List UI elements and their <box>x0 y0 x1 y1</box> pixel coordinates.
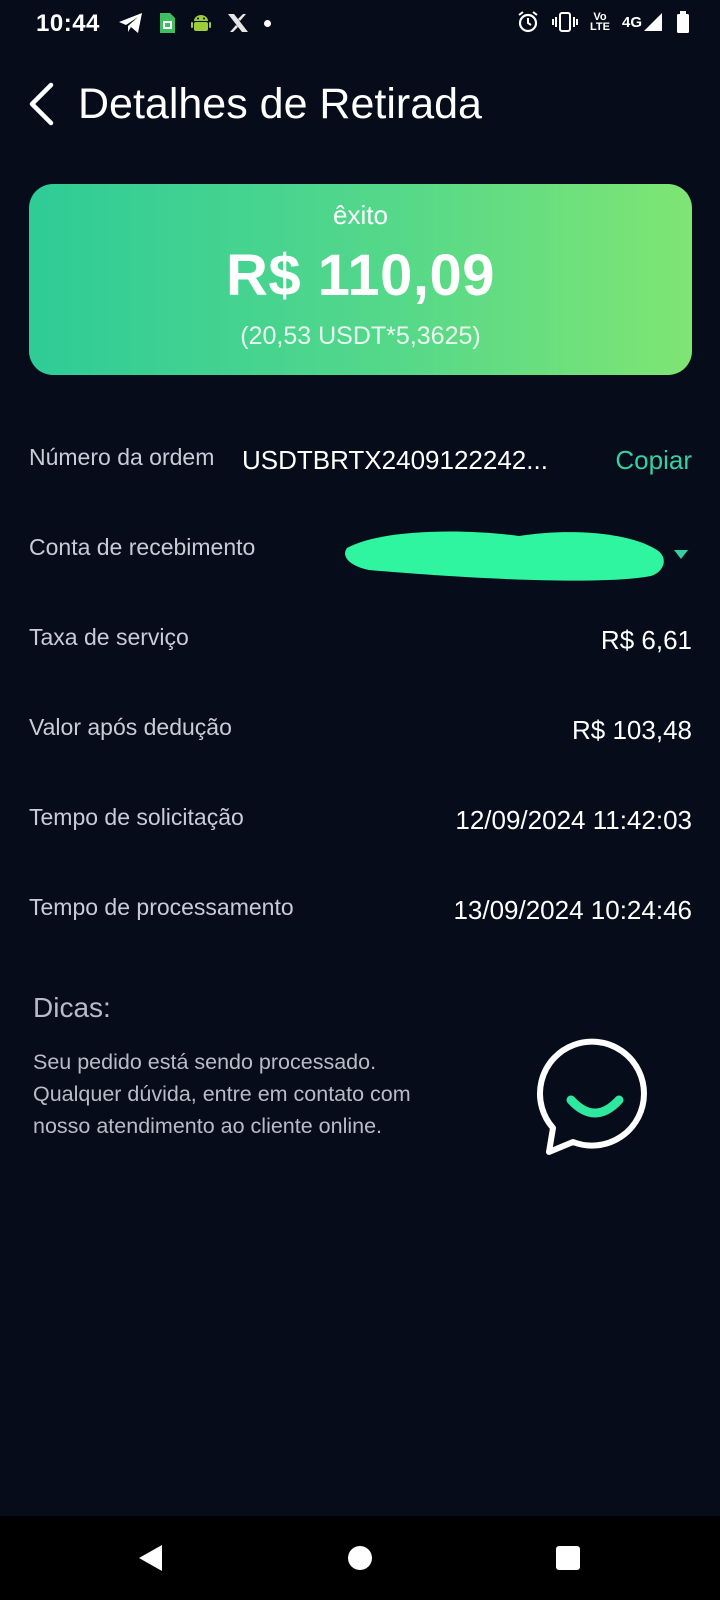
system-nav-bar <box>0 1516 720 1600</box>
tips-section: Dicas: Seu pedido está sendo processado.… <box>33 992 693 1155</box>
nav-recents-button[interactable] <box>548 1538 588 1578</box>
processing-time-label: Tempo de processamento <box>29 894 294 920</box>
vibrate-icon <box>552 11 579 33</box>
status-label: êxito <box>333 200 388 230</box>
status-bar: 10:44 Vo LTE 4G <box>0 0 720 48</box>
service-fee-label: Taxa de serviço <box>29 624 189 650</box>
order-number-label: Número da ordem <box>29 444 215 470</box>
order-number-row: Número da ordem USDTBRTX2409122242... Co… <box>29 430 692 490</box>
volte-icon: Vo LTE <box>590 12 610 33</box>
status-card: êxito R$ 110,09 (20,53 USDT*5,3625) <box>29 184 692 375</box>
signal-icon: 4G <box>622 11 664 33</box>
page-title: Detalhes de Retirada <box>78 80 482 128</box>
status-right-icons: Vo LTE 4G <box>516 10 690 34</box>
nav-back-icon <box>139 1545 162 1571</box>
nav-back-button[interactable] <box>130 1538 170 1578</box>
request-time-row: Tempo de solicitação 12/09/2024 11:42:03 <box>29 790 692 850</box>
back-button[interactable] <box>20 78 64 130</box>
copy-button[interactable]: Copiar <box>615 445 692 476</box>
nav-home-button[interactable] <box>340 1538 380 1578</box>
volte-bottom-label: LTE <box>590 21 610 33</box>
withdrawal-amount: R$ 110,09 <box>226 243 495 308</box>
processing-time-value: 13/09/2024 10:24:46 <box>453 895 692 925</box>
chevron-left-icon <box>29 82 54 126</box>
chat-support-icon <box>537 1038 647 1155</box>
service-fee-value: R$ 6,61 <box>600 625 692 655</box>
status-time: 10:44 <box>36 10 100 37</box>
screen: 10:44 Vo LTE 4G Detalhes de Retirada êxi… <box>0 0 720 1600</box>
alarm-icon <box>516 10 540 34</box>
net-value-value: R$ 103,48 <box>572 715 692 745</box>
net-value-row: Valor após dedução R$ 103,48 <box>29 700 692 760</box>
net-value-label: Valor após dedução <box>29 714 232 740</box>
tips-text: Seu pedido está sendo processado. Qualqu… <box>33 1050 411 1138</box>
android-icon <box>190 12 212 34</box>
notification-dot-icon <box>264 19 271 27</box>
service-fee-row: Taxa de serviço R$ 6,61 <box>29 610 692 670</box>
redaction-mark <box>345 531 664 581</box>
request-time-label: Tempo de solicitação <box>29 804 244 830</box>
sim-app-icon <box>158 12 176 34</box>
receiving-account-label: Conta de recebimento <box>29 534 256 560</box>
x-app-icon <box>226 12 250 34</box>
nav-recents-icon <box>556 1546 580 1570</box>
telegram-icon <box>118 12 144 34</box>
request-time-value: 12/09/2024 11:42:03 <box>455 805 692 835</box>
dropdown-caret-icon[interactable] <box>674 550 688 559</box>
nav-home-icon <box>348 1546 372 1570</box>
header: Detalhes de Retirada <box>0 72 720 136</box>
processing-time-row: Tempo de processamento 13/09/2024 10:24:… <box>29 880 692 940</box>
conversion-rate: (20,53 USDT*5,3625) <box>240 322 481 350</box>
network-type-label: 4G <box>621 13 642 31</box>
status-left-icons <box>118 12 271 34</box>
order-number-value: USDTBRTX2409122242... <box>242 445 548 475</box>
customer-support-button[interactable] <box>533 1032 657 1156</box>
receiving-account-row[interactable]: Conta de recebimento <box>29 520 692 581</box>
battery-icon <box>676 10 690 34</box>
tips-title: Dicas: <box>33 992 111 1023</box>
